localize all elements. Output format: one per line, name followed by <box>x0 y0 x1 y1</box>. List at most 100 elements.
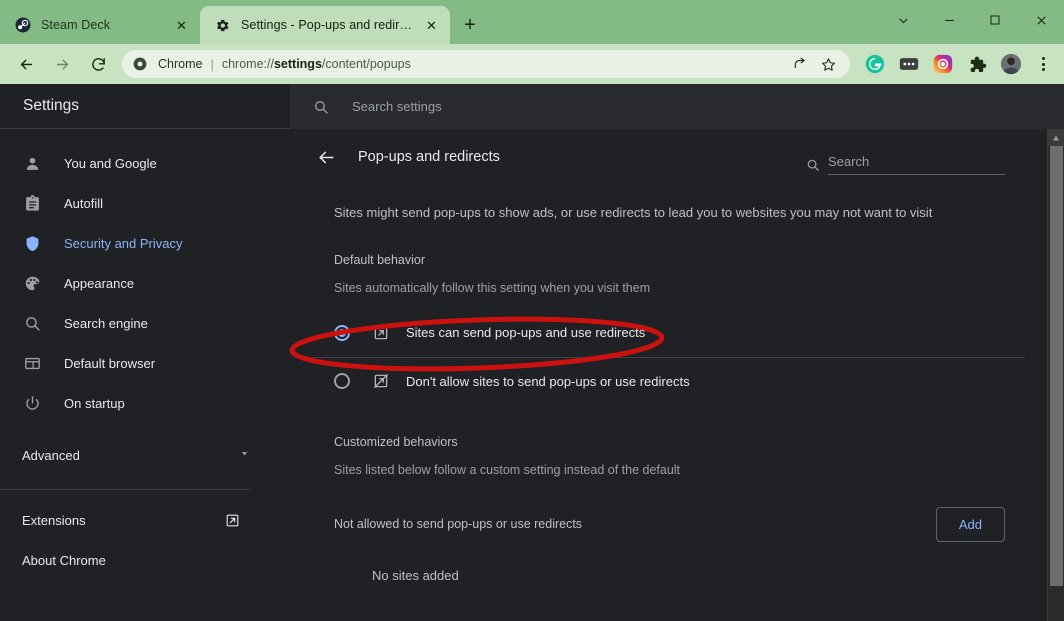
chevron-down-icon <box>239 448 250 462</box>
shield-icon <box>22 233 42 253</box>
share-icon[interactable] <box>788 52 812 76</box>
sidebar-item-default-browser[interactable]: Default browser <box>0 343 274 383</box>
steam-icon <box>14 17 31 34</box>
url-bold: settings <box>274 57 322 71</box>
menu-dot <box>1042 68 1045 71</box>
default-behavior-subtitle: Sites automatically follow this setting … <box>312 267 1025 295</box>
gear-icon <box>214 17 231 34</box>
sidebar-item-label: Search engine <box>64 316 148 331</box>
sidebar-item-label: Security and Privacy <box>64 236 183 251</box>
instagram-extension-icon[interactable] <box>930 51 956 77</box>
customized-behaviors-title: Customized behaviors <box>312 405 1025 449</box>
minimize-button[interactable] <box>926 0 972 40</box>
close-icon[interactable]: ✕ <box>423 17 440 34</box>
default-behavior-title: Default behavior <box>312 223 1025 267</box>
maximize-button[interactable] <box>972 0 1018 40</box>
scrollbar-thumb[interactable] <box>1050 146 1063 586</box>
subpage-title: Pop-ups and redirects <box>358 149 500 165</box>
clipboard-icon <box>22 193 42 213</box>
menu-dot <box>1042 63 1045 66</box>
sidebar-item-you-and-google[interactable]: You and Google <box>0 143 274 183</box>
tab-search-button[interactable] <box>880 0 926 40</box>
address-bar[interactable]: Chrome | chrome://settings/content/popup… <box>122 50 850 78</box>
window-controls <box>880 0 1064 40</box>
subpage-search-field[interactable]: Search <box>828 153 1005 175</box>
radio-option-allow-popups[interactable]: Sites can send pop-ups and use redirects <box>312 309 1025 357</box>
subpage-search[interactable]: Search <box>805 153 1005 175</box>
settings-sidebar: Settings You and Google Autofill <box>0 84 290 621</box>
url-suffix: /content/popups <box>322 57 411 71</box>
popup-allow-icon <box>372 324 390 342</box>
sidebar-item-label: Appearance <box>64 276 134 291</box>
sidebar-item-label: Autofill <box>64 196 103 211</box>
settings-page: Settings You and Google Autofill <box>0 84 1064 621</box>
sidebar-item-advanced[interactable]: Advanced <box>0 435 290 475</box>
popup-block-icon <box>372 372 390 390</box>
back-button[interactable] <box>11 49 41 79</box>
sidebar-advanced-label: Advanced <box>22 448 80 463</box>
not-allowed-label: Not allowed to send pop-ups or use redir… <box>334 517 582 531</box>
settings-card: Pop-ups and redirects Search Sites might… <box>290 129 1047 583</box>
tab-title: Steam Deck <box>41 18 165 32</box>
tab-settings[interactable]: Settings - Pop-ups and redirects ✕ <box>200 6 450 44</box>
subpage-search-input: Search <box>828 154 869 169</box>
sidebar-item-appearance[interactable]: Appearance <box>0 263 274 303</box>
notes-extension-icon[interactable] <box>896 51 922 77</box>
browser-toolbar: Chrome | chrome://settings/content/popup… <box>0 44 1064 84</box>
scroll-up-arrow-icon[interactable] <box>1048 129 1064 146</box>
menu-dot <box>1042 57 1045 60</box>
search-settings-input[interactable]: Search settings <box>352 99 442 114</box>
sidebar-item-on-startup[interactable]: On startup <box>0 383 274 423</box>
sidebar-nav: You and Google Autofill Security and Pri… <box>0 129 290 580</box>
browser-window-icon <box>22 353 42 373</box>
customized-behaviors-subtitle: Sites listed below follow a custom setti… <box>312 449 1025 477</box>
forward-button[interactable] <box>47 49 77 79</box>
no-sites-added-label: No sites added <box>312 542 1025 583</box>
sidebar-item-extensions[interactable]: Extensions <box>0 500 290 540</box>
settings-content: Pop-ups and redirects Search Sites might… <box>290 129 1064 621</box>
omnibox-actions <box>788 52 840 76</box>
magnifier-icon <box>22 313 42 333</box>
radio-option-block-popups[interactable]: Don't allow sites to send pop-ups or use… <box>312 357 1025 405</box>
page-description: Sites might send pop-ups to show ads, or… <box>312 185 1025 223</box>
default-behavior-radio-group: Sites can send pop-ups and use redirects… <box>312 309 1025 405</box>
omnibox-chip-label: Chrome <box>158 57 202 71</box>
settings-main: Search settings Pop-ups and redirects <box>290 84 1064 621</box>
sidebar-item-security-and-privacy[interactable]: Security and Privacy <box>0 223 274 263</box>
close-icon[interactable]: ✕ <box>173 17 190 34</box>
power-icon <box>22 393 42 413</box>
tab-steam-deck[interactable]: Steam Deck ✕ <box>0 6 200 44</box>
search-icon <box>312 98 330 116</box>
sidebar-item-about-chrome[interactable]: About Chrome <box>0 540 290 580</box>
extensions-puzzle-icon[interactable] <box>964 51 990 77</box>
search-settings-bar[interactable]: Search settings <box>290 84 1064 129</box>
profile-avatar[interactable] <box>998 51 1024 77</box>
subpage-header: Pop-ups and redirects Search <box>312 129 1025 185</box>
add-button[interactable]: Add <box>936 507 1005 542</box>
sidebar-item-label: On startup <box>64 396 125 411</box>
omnibox-separator: | <box>210 57 213 72</box>
grammarly-extension-icon[interactable] <box>862 51 888 77</box>
page-scrollbar[interactable] <box>1047 129 1064 621</box>
sidebar-item-search-engine[interactable]: Search engine <box>0 303 274 343</box>
browser-window: Steam Deck ✕ Settings - Pop-ups and redi… <box>0 0 1064 621</box>
radio-button-selected[interactable] <box>334 325 350 341</box>
close-button[interactable] <box>1018 0 1064 40</box>
sidebar-item-label: Default browser <box>64 356 155 371</box>
sidebar-item-autofill[interactable]: Autofill <box>0 183 274 223</box>
palette-icon <box>22 273 42 293</box>
omnibox-url: chrome://settings/content/popups <box>222 57 411 71</box>
search-icon <box>805 157 820 172</box>
new-tab-button[interactable]: + <box>456 11 484 39</box>
radio-option-label: Don't allow sites to send pop-ups or use… <box>406 374 690 389</box>
radio-button-unselected[interactable] <box>334 373 350 389</box>
bookmark-star-icon[interactable] <box>816 52 840 76</box>
sidebar-item-label: Extensions <box>22 513 86 528</box>
sidebar-divider <box>0 489 250 490</box>
reload-button[interactable] <box>83 49 113 79</box>
not-allowed-row: Not allowed to send pop-ups or use redir… <box>312 477 1025 542</box>
chrome-menu-button[interactable] <box>1030 51 1056 77</box>
back-arrow-icon[interactable] <box>314 145 338 169</box>
tab-strip: Steam Deck ✕ Settings - Pop-ups and redi… <box>0 0 1064 44</box>
radio-option-label: Sites can send pop-ups and use redirects <box>406 325 645 340</box>
